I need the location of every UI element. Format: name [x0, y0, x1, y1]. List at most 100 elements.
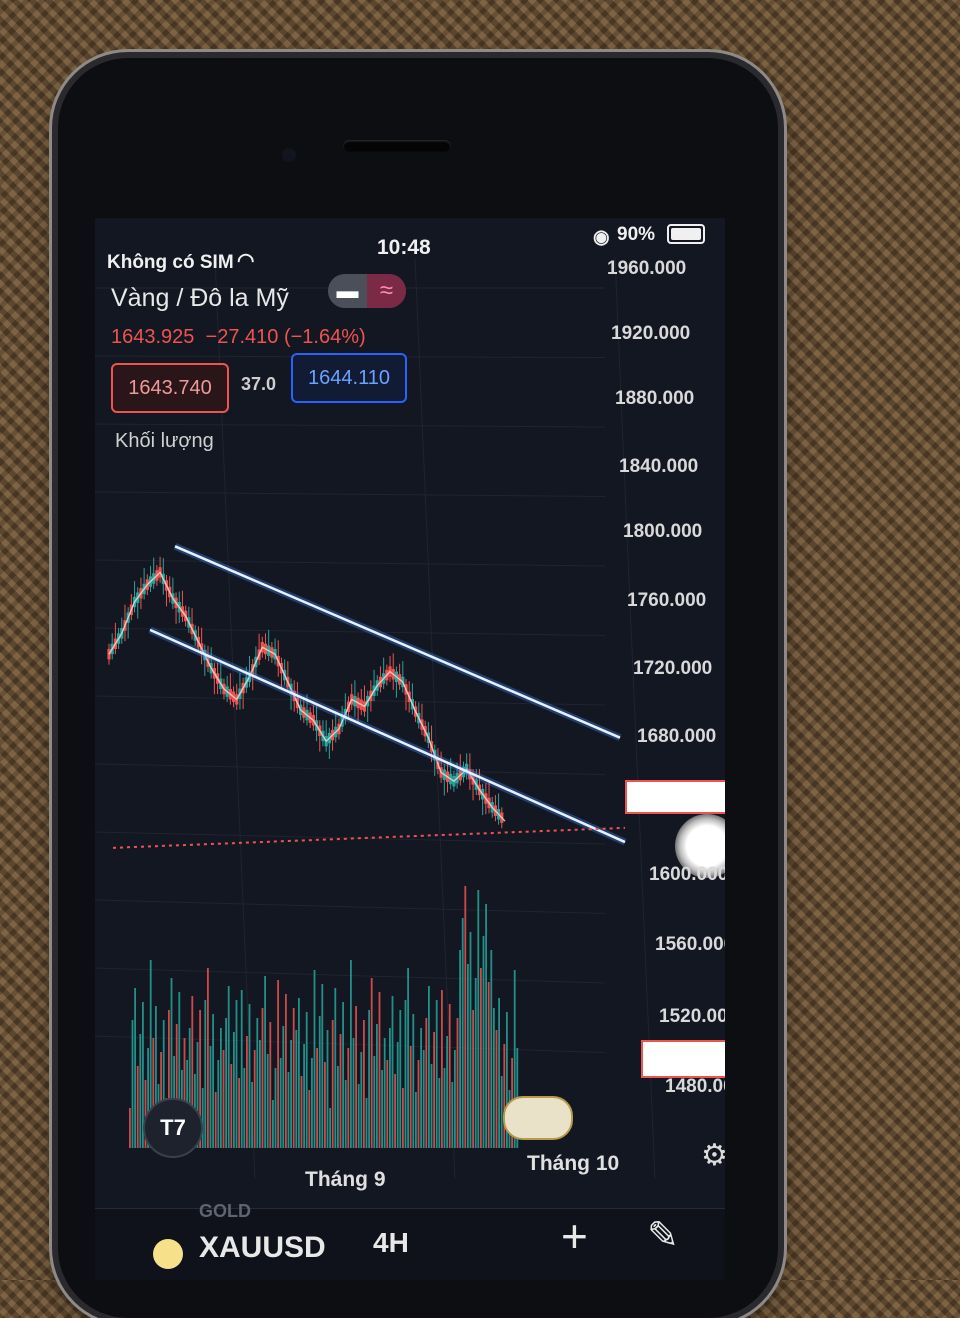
volume-bar [209, 1046, 212, 1148]
volume-bar [347, 1048, 350, 1148]
volume-bar [204, 1000, 207, 1148]
price-tick: 1720.000 [633, 658, 713, 679]
app-screen: Không có SIM ◠ 10:48 ◉ 90% Vàng / Đô la … [95, 218, 725, 1280]
volume-bar [277, 980, 279, 1148]
volume-bar [352, 1038, 355, 1148]
volume-bar [251, 1082, 253, 1148]
volume-bar [272, 1100, 274, 1148]
volume-bar [378, 992, 381, 1148]
price-tick: 1880.000 [615, 388, 695, 409]
ticker-symbol[interactable]: XAUUSD [199, 1231, 326, 1265]
volume-bar [334, 988, 337, 1148]
volume-bar [365, 1098, 368, 1148]
volume-bar [131, 1020, 134, 1148]
current-price-tag [625, 780, 725, 814]
volume-bar [350, 960, 352, 1148]
volume-price-tag [641, 1040, 725, 1078]
tradingview-logo-icon[interactable]: T7 [143, 1098, 203, 1158]
price-tick: 1480.000 [665, 1076, 725, 1097]
toggle-wave-icon[interactable]: ≈ [367, 274, 406, 308]
wifi-icon: ◠ [237, 250, 255, 272]
volume-bar [368, 1010, 370, 1148]
volume-bar [287, 1072, 290, 1148]
volume-bar [240, 990, 243, 1148]
volume-bar [134, 988, 136, 1148]
volume-bar [285, 994, 287, 1148]
volume-bar [329, 1108, 331, 1148]
volume-bar [269, 1022, 272, 1148]
volume-bar [396, 1042, 399, 1148]
volume-bar [441, 990, 443, 1148]
volume-bar [461, 918, 464, 1148]
volume-bar [355, 1006, 357, 1148]
interval-selector[interactable]: 4H [373, 1227, 409, 1259]
phone-speaker [343, 140, 451, 152]
volume-bar [261, 1008, 264, 1148]
volume-bar [409, 1046, 412, 1148]
volume-bar [448, 1004, 451, 1148]
sell-button[interactable]: 1643.740 [111, 363, 229, 413]
volume-bar [435, 1000, 438, 1148]
time-tick: Tháng 10 [527, 1152, 620, 1175]
buy-button[interactable]: 1644.110 [291, 353, 407, 403]
volume-bar [316, 1048, 318, 1148]
volume-bar [451, 1082, 454, 1148]
volume-bar [412, 1014, 415, 1148]
volume-bar [454, 1050, 456, 1148]
battery-icon [667, 224, 705, 244]
volume-bar [290, 1040, 292, 1148]
battery-percent: 90% [617, 224, 656, 245]
volume-bar [129, 1108, 131, 1148]
price-tick: 1520.000 [659, 1006, 725, 1027]
price-tick: 1840.000 [619, 456, 699, 477]
volume-bar [212, 1014, 214, 1148]
volume-bar [292, 1008, 295, 1148]
volume-bar [253, 1050, 256, 1148]
alarm-icon: ◉ [593, 227, 610, 248]
volume-bar [357, 1084, 360, 1148]
toggle-off-icon[interactable]: ▬ [328, 274, 367, 308]
chart-mode-toggle[interactable]: ▬ ≈ [328, 274, 406, 308]
volume-bar [428, 986, 430, 1148]
volume-bar [264, 976, 266, 1148]
volume-bar [474, 978, 477, 1148]
carrier-label: Không có SIM [107, 252, 234, 273]
bottom-toolbar: GOLD XAUUSD 4H + ✎ ••• [95, 1201, 725, 1280]
volume-bar [472, 1010, 474, 1148]
volume-bar [326, 1030, 329, 1148]
symbol-title[interactable]: Vàng / Đô la Mỹ [111, 284, 289, 313]
volume-bar [295, 1030, 298, 1148]
volume-bar [360, 1052, 363, 1148]
volume-bar [363, 1020, 365, 1148]
time-tick: Tháng 9 [305, 1168, 386, 1191]
volume-bar [222, 1050, 225, 1148]
volume-bar [259, 1040, 261, 1148]
exchange-label: GOLD [199, 1201, 251, 1221]
volume-bar [386, 1060, 389, 1148]
draw-pen-icon[interactable]: ✎ [647, 1213, 679, 1258]
volume-bar [373, 1056, 376, 1148]
volume-bar [339, 1034, 342, 1148]
volume-bar [298, 998, 300, 1148]
volume-bar [313, 970, 316, 1148]
price-change: −27.410 [205, 326, 279, 348]
volume-bar [425, 1018, 428, 1148]
price-tick: 1560.000 [655, 934, 725, 955]
volume-bar [446, 1036, 448, 1148]
volume-bar [321, 984, 324, 1148]
volume-bar [303, 1044, 305, 1148]
volume-bar [337, 1066, 339, 1148]
volume-bar [305, 1012, 308, 1148]
volume-bar [399, 1010, 402, 1148]
volume-bar [318, 1016, 321, 1148]
volume-bar [464, 886, 467, 1148]
volume-bar [503, 1044, 506, 1148]
volume-bar [456, 1018, 459, 1148]
volume-bar [311, 1058, 313, 1148]
plus-icon[interactable]: + [561, 1209, 588, 1263]
settings-gear-icon[interactable]: ⚙ [701, 1138, 725, 1173]
volume-bar [220, 1028, 222, 1148]
volume-bar [487, 982, 490, 1148]
volume-bar [214, 1092, 217, 1148]
scroll-to-realtime-button[interactable] [503, 1096, 573, 1140]
